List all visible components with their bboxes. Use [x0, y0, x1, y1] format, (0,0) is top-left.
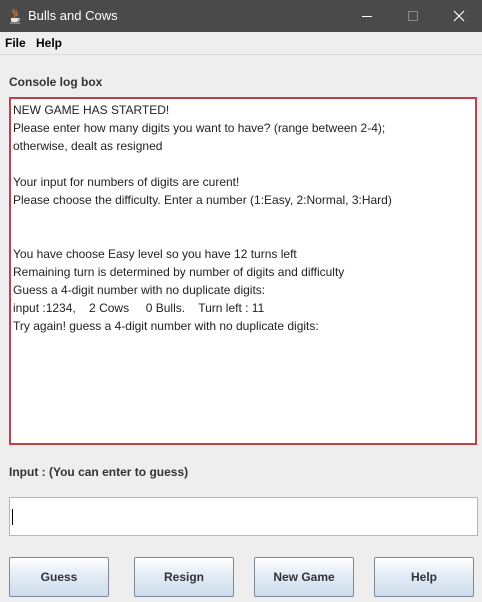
console-line: Please enter how many digits you want to…	[13, 121, 386, 135]
menu-bar: File Help	[0, 32, 482, 55]
text-caret	[12, 509, 13, 525]
resign-button[interactable]: Resign	[134, 557, 234, 597]
console-line: Guess a 4-digit number with no duplicate…	[13, 283, 266, 297]
console-log-box[interactable]: NEW GAME HAS STARTED! Please enter how m…	[9, 97, 477, 445]
maximize-icon	[408, 11, 418, 21]
input-label: Input : (You can enter to guess)	[9, 465, 189, 479]
bulls-and-cows-window: Bulls and Cows File Help Console log box…	[0, 0, 482, 602]
console-line: Remaining turn is determined by number o…	[13, 265, 345, 279]
guess-input[interactable]	[9, 497, 478, 536]
minimize-button[interactable]	[344, 0, 390, 32]
title-bar[interactable]: Bulls and Cows	[0, 0, 482, 32]
guess-button[interactable]: Guess	[9, 557, 109, 597]
console-line: otherwise, dealt as resigned	[13, 139, 163, 153]
close-button[interactable]	[436, 0, 482, 32]
menu-help[interactable]: Help	[36, 36, 62, 50]
window-title: Bulls and Cows	[28, 8, 118, 23]
console-line: You have choose Easy level so you have 1…	[13, 247, 297, 261]
console-line: input :1234, 2 Cows 0 Bulls. Turn left :…	[13, 301, 265, 315]
minimize-icon	[362, 16, 372, 17]
java-cup-icon	[8, 8, 22, 24]
menu-file[interactable]: File	[5, 36, 26, 50]
close-icon	[453, 10, 465, 22]
console-line: NEW GAME HAS STARTED!	[13, 103, 170, 117]
new-game-button[interactable]: New Game	[254, 557, 354, 597]
console-line: Please choose the difficulty. Enter a nu…	[13, 193, 392, 207]
maximize-button[interactable]	[390, 0, 436, 32]
console-line: Try again! guess a 4-digit number with n…	[13, 319, 319, 333]
console-label: Console log box	[9, 75, 103, 89]
console-line: Your input for numbers of digits are cur…	[13, 175, 240, 189]
help-button[interactable]: Help	[374, 557, 474, 597]
